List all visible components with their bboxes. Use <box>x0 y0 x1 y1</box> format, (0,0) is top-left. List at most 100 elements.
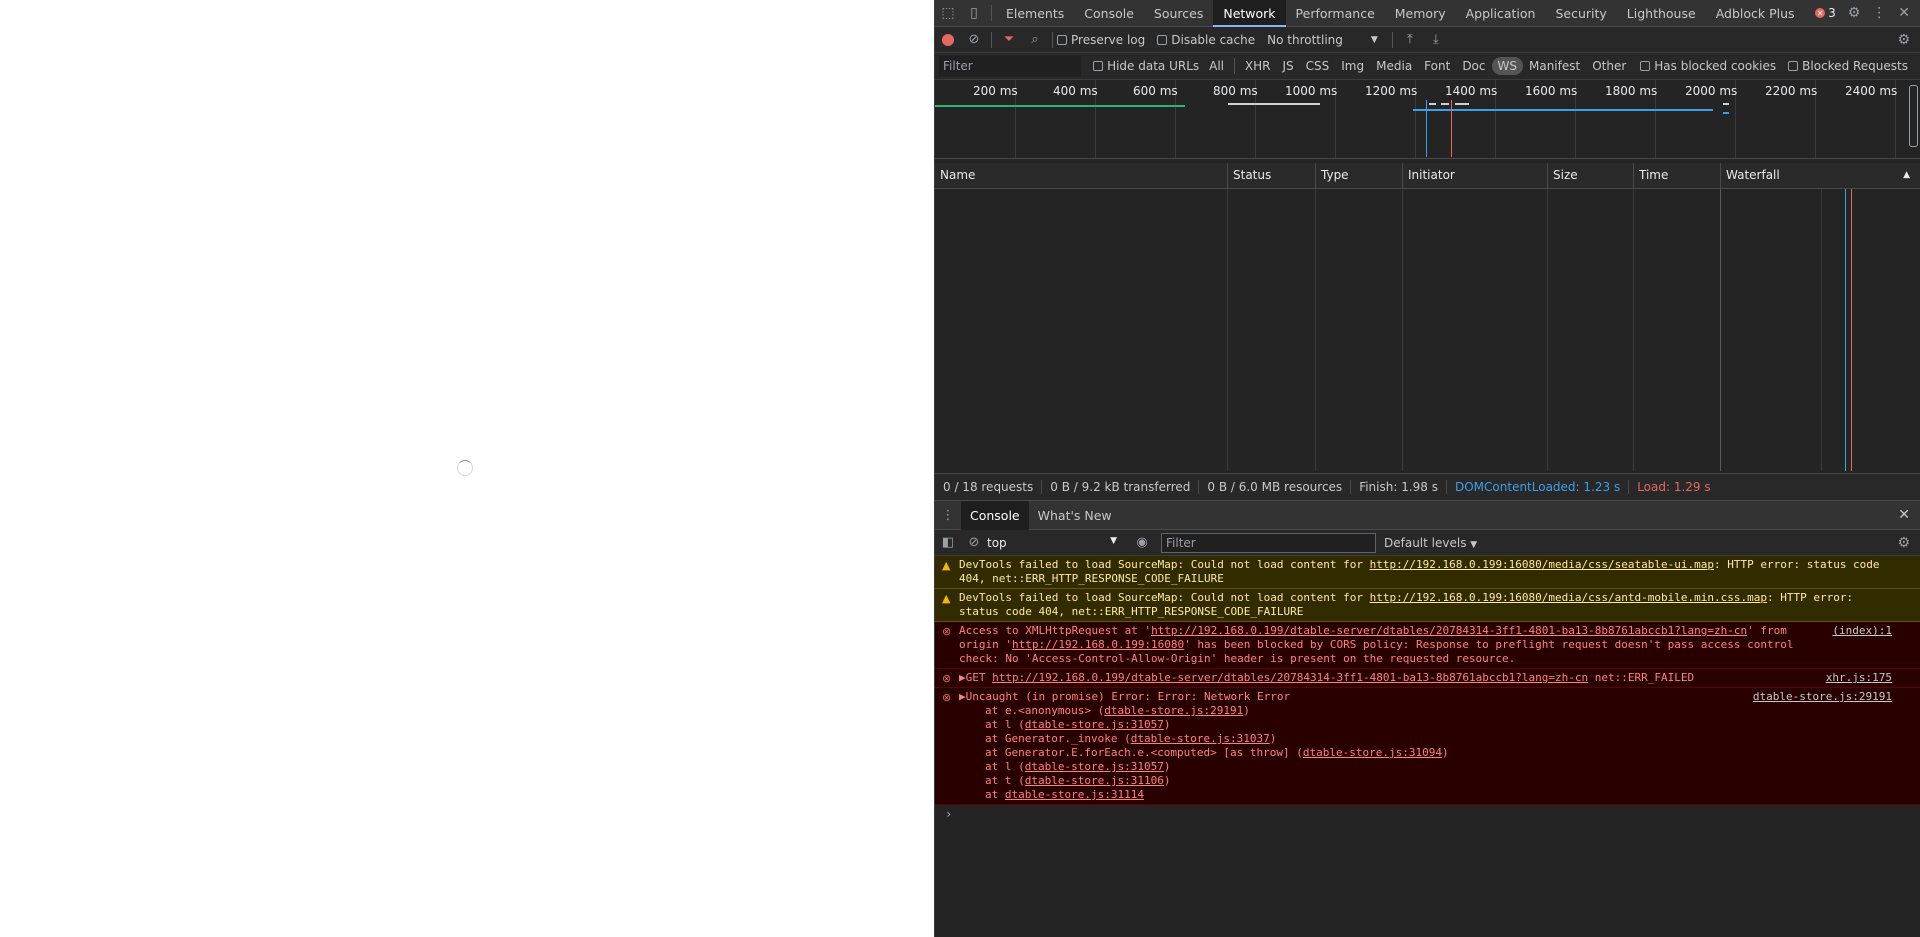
filter-type-doc[interactable]: Doc <box>1456 57 1491 75</box>
request-url-link[interactable]: http://192.168.0.199/dtable-server/dtabl… <box>992 671 1588 684</box>
origin-link[interactable]: http://192.168.0.199:16080 <box>1012 638 1184 651</box>
network-filter-input[interactable]: Filter <box>939 56 1082 76</box>
error-count-badge[interactable]: ✕ 3 <box>1809 6 1842 20</box>
tab-memory[interactable]: Memory <box>1385 0 1456 27</box>
search-button[interactable]: ⌕ <box>1022 27 1048 53</box>
preserve-log-checkbox[interactable]: Preserve log <box>1057 33 1145 47</box>
summary-domcontentloaded: DOMContentLoaded: 1.23 s <box>1447 480 1630 494</box>
column-header-size[interactable]: Size <box>1548 163 1634 188</box>
filter-type-other[interactable]: Other <box>1586 57 1632 75</box>
stack-frame-link[interactable]: dtable-store.js:31114 <box>1005 788 1144 801</box>
message-source-link[interactable]: (index):1 <box>1832 624 1892 638</box>
close-drawer-icon[interactable]: ✕ <box>1898 507 1910 523</box>
clear-console-icon[interactable]: ⊘ <box>961 530 987 556</box>
export-har-button[interactable]: ⤓ <box>1423 27 1449 53</box>
tab-security[interactable]: Security <box>1545 0 1616 27</box>
loading-spinner-icon <box>457 460 473 476</box>
stack-frame-link[interactable]: dtable-store.js:31057 <box>1025 760 1164 773</box>
stack-frame-link[interactable]: dtable-store.js:31106 <box>1025 774 1164 787</box>
context-value: top <box>987 535 1007 550</box>
context-select[interactable]: top ▼ <box>987 536 1123 550</box>
console-settings-gear-icon[interactable]: ⚙ <box>1891 535 1920 551</box>
drawer-tab-console[interactable]: Console <box>961 500 1029 530</box>
log-levels-select[interactable]: Default levels ▼ <box>1384 536 1477 550</box>
blocked-requests-checkbox[interactable]: Blocked Requests <box>1788 59 1908 73</box>
tab-performance[interactable]: Performance <box>1286 0 1385 27</box>
settings-gear-icon[interactable]: ⚙ <box>1842 5 1867 21</box>
console-messages: ▲ DevTools failed to load SourceMap: Cou… <box>935 556 1920 937</box>
filter-type-all[interactable]: All <box>1203 57 1230 75</box>
overview-scroll-handle[interactable] <box>1909 85 1918 147</box>
column-header-status[interactable]: Status <box>1228 163 1316 188</box>
filter-type-img[interactable]: Img <box>1335 57 1370 75</box>
filter-type-css[interactable]: CSS <box>1300 57 1336 75</box>
has-blocked-cookies-checkbox[interactable]: Has blocked cookies <box>1640 59 1776 73</box>
error-icon: ⊗ <box>942 691 952 704</box>
drawer-menu-icon[interactable]: ⋮ <box>935 502 961 528</box>
tab-network[interactable]: Network <box>1213 0 1286 27</box>
record-button[interactable] <box>935 27 961 53</box>
overview-tick-label: 600 ms <box>1133 84 1178 98</box>
filter-type-manifest[interactable]: Manifest <box>1523 57 1586 75</box>
console-prompt[interactable]: › <box>935 805 1920 825</box>
waterfall-column <box>1721 189 1920 471</box>
request-url-link[interactable]: http://192.168.0.199/dtable-server/dtabl… <box>1151 624 1747 637</box>
filter-toggle-button[interactable]: ⏷ <box>996 27 1022 53</box>
tab-console[interactable]: Console <box>1074 0 1144 27</box>
column-header-initiator[interactable]: Initiator <box>1403 163 1548 188</box>
stack-frame-link[interactable]: dtable-store.js:31094 <box>1303 746 1442 759</box>
sourcemap-link[interactable]: http://192.168.0.199:16080/media/css/ant… <box>1370 591 1767 604</box>
request-table-body[interactable] <box>935 189 1920 471</box>
filter-type-media[interactable]: Media <box>1370 57 1418 75</box>
overview-request-bar <box>1455 103 1469 105</box>
checkbox-box <box>1093 61 1104 71</box>
tab-lighthouse[interactable]: Lighthouse <box>1617 0 1706 27</box>
stack-frame-link[interactable]: dtable-store.js:31037 <box>1131 732 1270 745</box>
filter-type-ws[interactable]: WS <box>1491 57 1523 75</box>
console-message-error: ⊗ Access to XMLHttpRequest at 'http://19… <box>935 622 1920 669</box>
disable-cache-checkbox[interactable]: Disable cache <box>1157 33 1255 47</box>
close-devtools-icon[interactable]: ✕ <box>1892 5 1920 21</box>
message-source-link[interactable]: xhr.js:175 <box>1826 671 1892 685</box>
column-header-name[interactable]: Name <box>935 163 1228 188</box>
console-filter-input[interactable]: Filter <box>1161 532 1376 553</box>
stack-frame: at dtable-store.js:31114 <box>985 788 1144 801</box>
throttling-value: No throttling <box>1267 32 1343 47</box>
tab-adblock-plus[interactable]: Adblock Plus <box>1706 0 1805 27</box>
filter-type-font[interactable]: Font <box>1418 57 1456 75</box>
message-source-link[interactable]: dtable-store.js:29191 <box>1753 690 1892 704</box>
expand-toggle[interactable]: ▶Uncaught (in promise) Error: Error: Net… <box>959 690 1290 703</box>
throttling-select[interactable]: No throttling ▼ <box>1267 33 1378 47</box>
tab-application[interactable]: Application <box>1456 0 1546 27</box>
waterfall-label: Waterfall <box>1726 168 1780 182</box>
filter-type-js[interactable]: JS <box>1276 57 1299 75</box>
stack-frame-link[interactable]: dtable-store.js:29191 <box>1104 704 1243 717</box>
more-options-icon[interactable]: ⋮ <box>1866 5 1892 21</box>
network-overview-timeline[interactable]: 200 ms 400 ms 600 ms 800 ms 1000 ms 1200… <box>935 80 1920 159</box>
table-column <box>1634 189 1721 471</box>
show-sidebar-icon[interactable]: ◧ <box>935 530 961 556</box>
tab-sources[interactable]: Sources <box>1144 0 1213 27</box>
filter-type-xhr[interactable]: XHR <box>1239 57 1277 75</box>
drawer-tab-whats-new[interactable]: What's New <box>1029 501 1121 530</box>
column-header-type[interactable]: Type <box>1316 163 1403 188</box>
hide-data-urls-checkbox[interactable]: Hide data URLs <box>1093 59 1199 73</box>
sourcemap-link[interactable]: http://192.168.0.199:16080/media/css/sea… <box>1370 558 1714 571</box>
stack-frame-link[interactable]: dtable-store.js:31057 <box>1025 718 1164 731</box>
column-header-waterfall[interactable]: Waterfall ▲ <box>1721 163 1920 188</box>
domcontentloaded-marker <box>1845 189 1846 471</box>
overview-tick-label: 2400 ms <box>1845 84 1898 98</box>
warning-icon: ▲ <box>942 559 951 572</box>
inspect-element-icon[interactable]: ⬚ <box>935 0 961 27</box>
device-toolbar-icon[interactable]: ▯ <box>961 0 987 27</box>
import-har-button[interactable]: ⤒ <box>1397 27 1423 53</box>
network-filter-bar: Filter Hide data URLs All XHR JS CSS Img… <box>935 53 1920 80</box>
tab-elements[interactable]: Elements <box>996 0 1074 27</box>
live-expression-eye-icon[interactable]: ◉ <box>1129 530 1155 556</box>
expand-toggle[interactable]: ▶GET <box>959 671 992 684</box>
network-settings-gear-icon[interactable]: ⚙ <box>1891 32 1920 48</box>
summary-resources: 0 B / 6.0 MB resources <box>1199 480 1352 494</box>
clear-button[interactable]: ⊘ <box>961 27 987 53</box>
column-header-time[interactable]: Time <box>1634 163 1721 188</box>
summary-requests: 0 / 18 requests <box>935 480 1043 494</box>
